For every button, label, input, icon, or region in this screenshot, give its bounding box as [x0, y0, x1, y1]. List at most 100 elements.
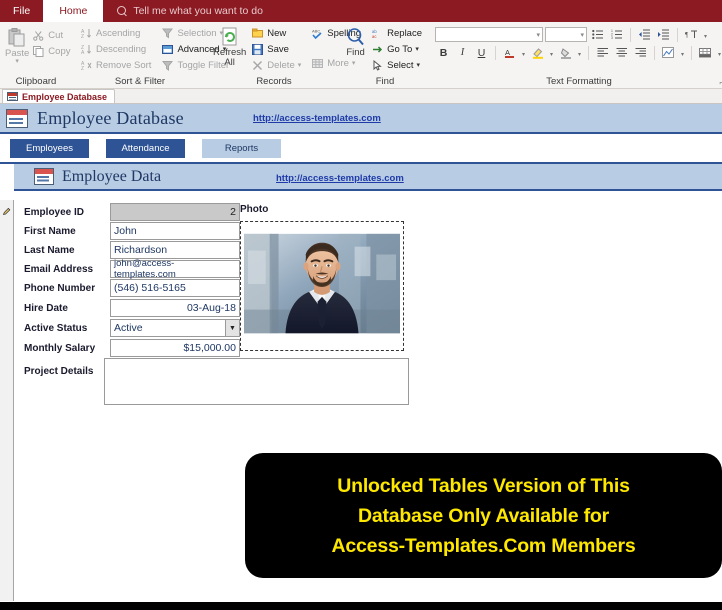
label-hire-date: Hire Date: [24, 302, 68, 314]
group-title-records: Records: [256, 76, 292, 87]
nav-button-reports[interactable]: Reports: [202, 138, 281, 158]
input-last-name[interactable]: Richardson: [110, 241, 240, 259]
chevron-down-icon[interactable]: ▾: [716, 45, 722, 61]
fill-color-icon[interactable]: [557, 45, 574, 61]
form-header: Employee Database http://access-template…: [0, 104, 722, 134]
remove-sort-button[interactable]: AZ Remove Sort: [77, 58, 154, 73]
tell-me-search[interactable]: Tell me what you want to do: [103, 0, 263, 22]
input-hire-date[interactable]: 03-Aug-18: [110, 299, 240, 317]
svg-text:¶: ¶: [685, 31, 689, 39]
cut-label: Cut: [48, 30, 64, 41]
copy-button[interactable]: Copy: [29, 44, 73, 59]
navigation-button-bar: Employees Attendance Reports: [0, 134, 722, 164]
subform-title: Employee Data: [62, 167, 162, 185]
field-row-project-details: Project Details: [24, 361, 93, 379]
save-record-button[interactable]: Save: [248, 42, 304, 57]
filter-selection-icon: [161, 27, 174, 40]
decrease-indent-icon[interactable]: [636, 27, 653, 43]
chevron-down-icon[interactable]: ▼: [225, 320, 239, 336]
chevron-down-icon[interactable]: ▾: [702, 27, 709, 43]
delete-record-button[interactable]: Delete ▾: [248, 58, 304, 73]
page-title: Employee Database: [37, 107, 184, 128]
toolbar-divider: [588, 45, 589, 60]
subform-website-link[interactable]: http://access-templates.com: [276, 173, 404, 184]
photo-frame[interactable]: [240, 221, 404, 351]
input-monthly-salary[interactable]: $15,000.00: [110, 339, 240, 357]
input-first-name[interactable]: John: [110, 222, 240, 240]
combobox-active-status[interactable]: Active ▼: [110, 319, 240, 337]
input-email-address[interactable]: john@access-templates.com: [110, 258, 240, 280]
refresh-all-button[interactable]: Refresh All: [213, 25, 246, 68]
cut-button[interactable]: Cut: [29, 28, 73, 43]
record-selector[interactable]: [0, 200, 14, 601]
scissors-icon: [32, 29, 45, 42]
input-phone-number[interactable]: (546) 516-5165: [110, 279, 240, 297]
ribbon-group-text-formatting: ▾ ▾ 123 ¶ ▾ B I U A ▾ ▾ ▾ ▾ ▾ Text Forma…: [430, 22, 722, 88]
gridlines-icon[interactable]: [697, 45, 714, 61]
new-record-label: New: [267, 28, 287, 39]
select-button[interactable]: Select ▾: [368, 58, 425, 73]
align-right-icon[interactable]: [632, 45, 649, 61]
sort-ascending-button[interactable]: AZ Ascending: [77, 26, 154, 41]
bold-icon[interactable]: B: [435, 45, 452, 61]
advanced-filter-icon: [161, 43, 174, 56]
document-tab-bar: Employee Database: [0, 89, 722, 104]
chevron-down-icon[interactable]: ▾: [580, 31, 584, 39]
sort-descending-icon: ZA: [80, 43, 93, 56]
goto-button[interactable]: Go To ▾: [368, 42, 425, 57]
font-color-icon[interactable]: A: [501, 45, 518, 61]
chevron-down-icon[interactable]: ▾: [520, 45, 527, 61]
ribbon-group-find: Find ab ac Replace Go To ▾ Select ▾ Find: [340, 22, 430, 88]
sort-ascending-label: Ascending: [96, 28, 141, 39]
nav-button-attendance[interactable]: Attendance: [106, 138, 185, 158]
paste-button[interactable]: Paste ▾: [5, 25, 29, 65]
field-row-last-name: Last Name Richardson: [24, 241, 244, 259]
bulleted-list-icon[interactable]: [589, 27, 606, 43]
align-left-icon[interactable]: [594, 45, 611, 61]
chevron-down-icon[interactable]: ▾: [417, 62, 421, 69]
svg-text:Z: Z: [81, 34, 84, 39]
header-website-link[interactable]: http://access-templates.com: [253, 113, 381, 124]
form-object-icon: [6, 108, 28, 128]
label-email-address: Email Address: [24, 263, 94, 275]
save-record-label: Save: [267, 44, 289, 55]
document-tab-label: Employee Database: [22, 91, 108, 102]
replace-button[interactable]: ab ac Replace: [368, 26, 425, 41]
refresh-all-label: Refresh All: [213, 47, 247, 68]
textarea-project-details[interactable]: [104, 358, 409, 405]
chevron-down-icon[interactable]: ▾: [548, 45, 555, 61]
active-status-value: Active: [114, 322, 143, 334]
increase-indent-icon[interactable]: [655, 27, 672, 43]
chevron-down-icon[interactable]: ▾: [15, 58, 19, 65]
refresh-icon: [220, 27, 240, 47]
chevron-down-icon[interactable]: ▾: [298, 62, 302, 69]
align-center-icon[interactable]: [613, 45, 630, 61]
delete-icon: [251, 59, 264, 72]
spelling-icon: ABC: [311, 27, 324, 40]
tab-file[interactable]: File: [0, 0, 43, 22]
find-button[interactable]: Find: [345, 25, 366, 58]
text-direction-icon[interactable]: ¶: [683, 27, 700, 43]
chevron-down-icon[interactable]: ▾: [576, 45, 583, 61]
font-family-combobox[interactable]: ▾: [435, 27, 543, 42]
text-highlight-icon[interactable]: [529, 45, 546, 61]
remove-sort-label: Remove Sort: [96, 60, 152, 71]
tab-home[interactable]: Home: [43, 0, 104, 22]
chevron-down-icon[interactable]: ▾: [679, 45, 686, 61]
italic-icon[interactable]: I: [454, 45, 471, 61]
form-body: Employee ID 2 First Name John Last Name …: [0, 200, 722, 610]
numbered-list-icon[interactable]: 123: [608, 27, 625, 43]
conditional-formatting-icon[interactable]: [660, 45, 677, 61]
toolbar-divider: [630, 27, 631, 42]
chevron-down-icon[interactable]: ▾: [415, 46, 419, 53]
font-size-combobox[interactable]: ▾: [545, 27, 587, 42]
svg-text:3: 3: [611, 36, 613, 40]
chevron-down-icon[interactable]: ▾: [536, 31, 540, 39]
nav-button-employees[interactable]: Employees: [10, 138, 89, 158]
new-record-button[interactable]: New: [248, 26, 304, 41]
underline-icon[interactable]: U: [473, 45, 490, 61]
sort-descending-button[interactable]: ZA Descending: [77, 42, 154, 57]
document-tab-employee-database[interactable]: Employee Database: [2, 89, 116, 103]
copy-icon: [32, 45, 45, 58]
group-title-clipboard: Clipboard: [15, 76, 57, 87]
